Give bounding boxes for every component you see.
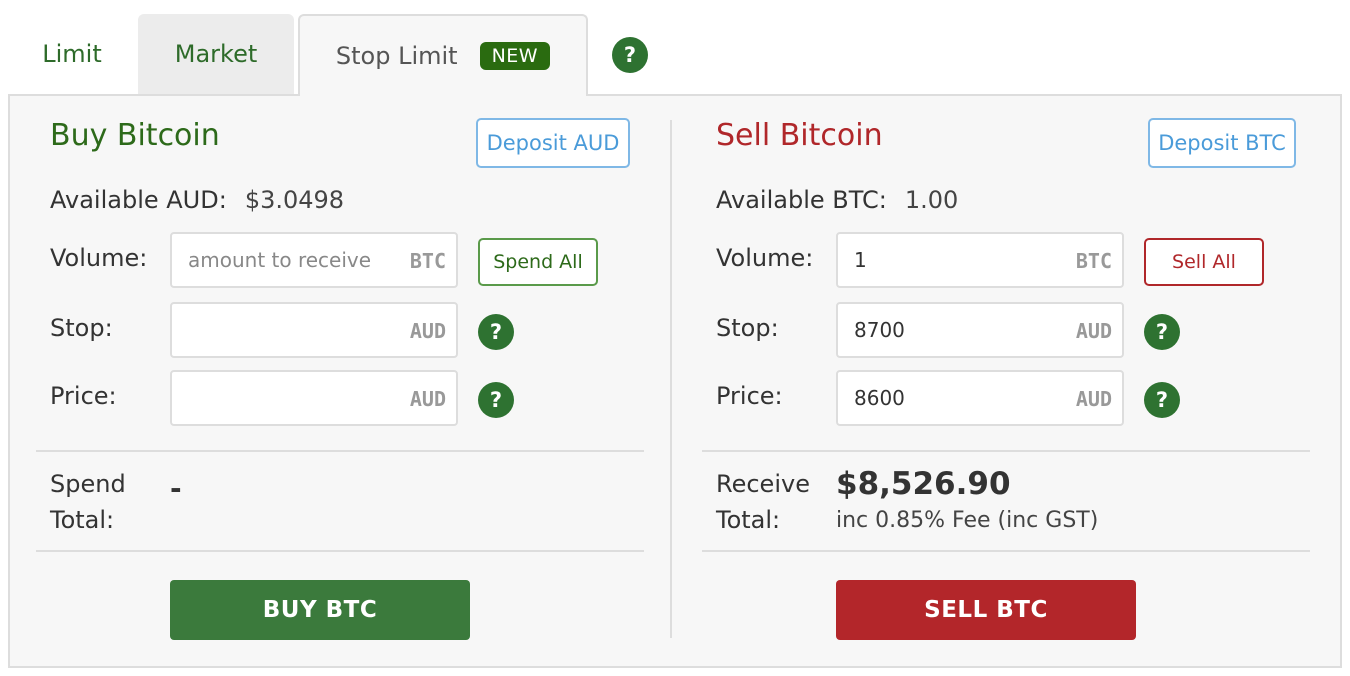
sell-volume-label: Volume:: [716, 244, 814, 272]
tab-market-label: Market: [174, 40, 258, 68]
sell-section: Sell Bitcoin Deposit BTC Available BTC: 1…: [674, 94, 1314, 668]
sell-stop-help-icon[interactable]: ?: [1144, 314, 1180, 350]
receive-total-value: $8,526.90: [836, 466, 1011, 502]
deposit-aud-button[interactable]: Deposit AUD: [476, 118, 630, 168]
sell-price-value: 8600: [854, 386, 905, 410]
available-aud-label: Available AUD:: [50, 186, 227, 214]
sell-divider-top: [702, 450, 1310, 452]
sell-divider-bottom: [702, 550, 1310, 552]
tab-limit[interactable]: Limit: [10, 14, 134, 94]
buy-title: Buy Bitcoin: [50, 118, 220, 153]
buy-price-unit: AUD: [409, 387, 446, 411]
buy-volume-input[interactable]: amount to receive BTC: [170, 232, 458, 288]
sell-stop-label: Stop:: [716, 314, 779, 342]
sell-btc-button[interactable]: SELL BTC: [836, 580, 1136, 640]
buy-volume-unit: BTC: [409, 249, 446, 273]
receive-fee-note: inc 0.85% Fee (inc GST): [836, 508, 1099, 533]
deposit-btc-button[interactable]: Deposit BTC: [1148, 118, 1296, 168]
spend-total-label-line2: Total:: [50, 506, 115, 534]
receive-total-label-line1: Receive: [716, 470, 810, 498]
buy-divider-bottom: [36, 550, 644, 552]
buy-price-label: Price:: [50, 382, 117, 410]
sell-stop-unit: AUD: [1075, 319, 1112, 343]
sell-stop-input[interactable]: 8700 AUD: [836, 302, 1124, 358]
tab-market[interactable]: Market: [138, 14, 294, 94]
sell-stop-value: 8700: [854, 318, 905, 342]
available-aud: Available AUD: $3.0498: [50, 186, 344, 214]
sell-all-button[interactable]: Sell All: [1144, 238, 1264, 286]
spend-total-label: Spend Total:: [50, 466, 126, 538]
spend-all-button[interactable]: Spend All: [478, 238, 598, 286]
buy-stop-unit: AUD: [409, 319, 446, 343]
tab-limit-label: Limit: [42, 40, 102, 68]
available-aud-value: $3.0498: [244, 186, 345, 214]
buy-btc-button[interactable]: BUY BTC: [170, 580, 470, 640]
available-btc-label: Available BTC:: [716, 186, 887, 214]
sell-price-label: Price:: [716, 382, 783, 410]
tab-stop-limit-label: Stop Limit: [335, 42, 458, 70]
spend-total-value: -: [170, 472, 182, 505]
tabs-help-icon[interactable]: ?: [612, 37, 648, 73]
available-btc-value: 1.00: [904, 186, 959, 214]
buy-divider-top: [36, 450, 644, 452]
order-type-tabs: Limit Market Stop Limit NEW ?: [0, 0, 1350, 96]
receive-total-label: Receive Total:: [716, 466, 810, 538]
sell-title: Sell Bitcoin: [716, 118, 883, 153]
new-badge: NEW: [479, 42, 551, 70]
sell-volume-value: 1: [854, 248, 867, 272]
buy-volume-label: Volume:: [50, 244, 148, 272]
sell-price-unit: AUD: [1075, 387, 1112, 411]
buy-volume-placeholder: amount to receive: [188, 248, 372, 272]
buy-stop-input[interactable]: AUD: [170, 302, 458, 358]
sell-price-input[interactable]: 8600 AUD: [836, 370, 1124, 426]
sell-price-help-icon[interactable]: ?: [1144, 382, 1180, 418]
buy-price-input[interactable]: AUD: [170, 370, 458, 426]
available-btc: Available BTC: 1.00: [716, 186, 958, 214]
buy-section: Buy Bitcoin Deposit AUD Available AUD: $3…: [8, 94, 648, 668]
buy-stop-label: Stop:: [50, 314, 113, 342]
tab-stop-limit[interactable]: Stop Limit NEW: [298, 14, 588, 96]
buy-price-help-icon[interactable]: ?: [478, 382, 514, 418]
sell-volume-unit: BTC: [1075, 249, 1112, 273]
sell-volume-input[interactable]: 1 BTC: [836, 232, 1124, 288]
receive-total-label-line2: Total:: [716, 506, 781, 534]
buy-stop-help-icon[interactable]: ?: [478, 314, 514, 350]
spend-total-label-line1: Spend: [50, 470, 126, 498]
panel-divider: [670, 120, 672, 638]
